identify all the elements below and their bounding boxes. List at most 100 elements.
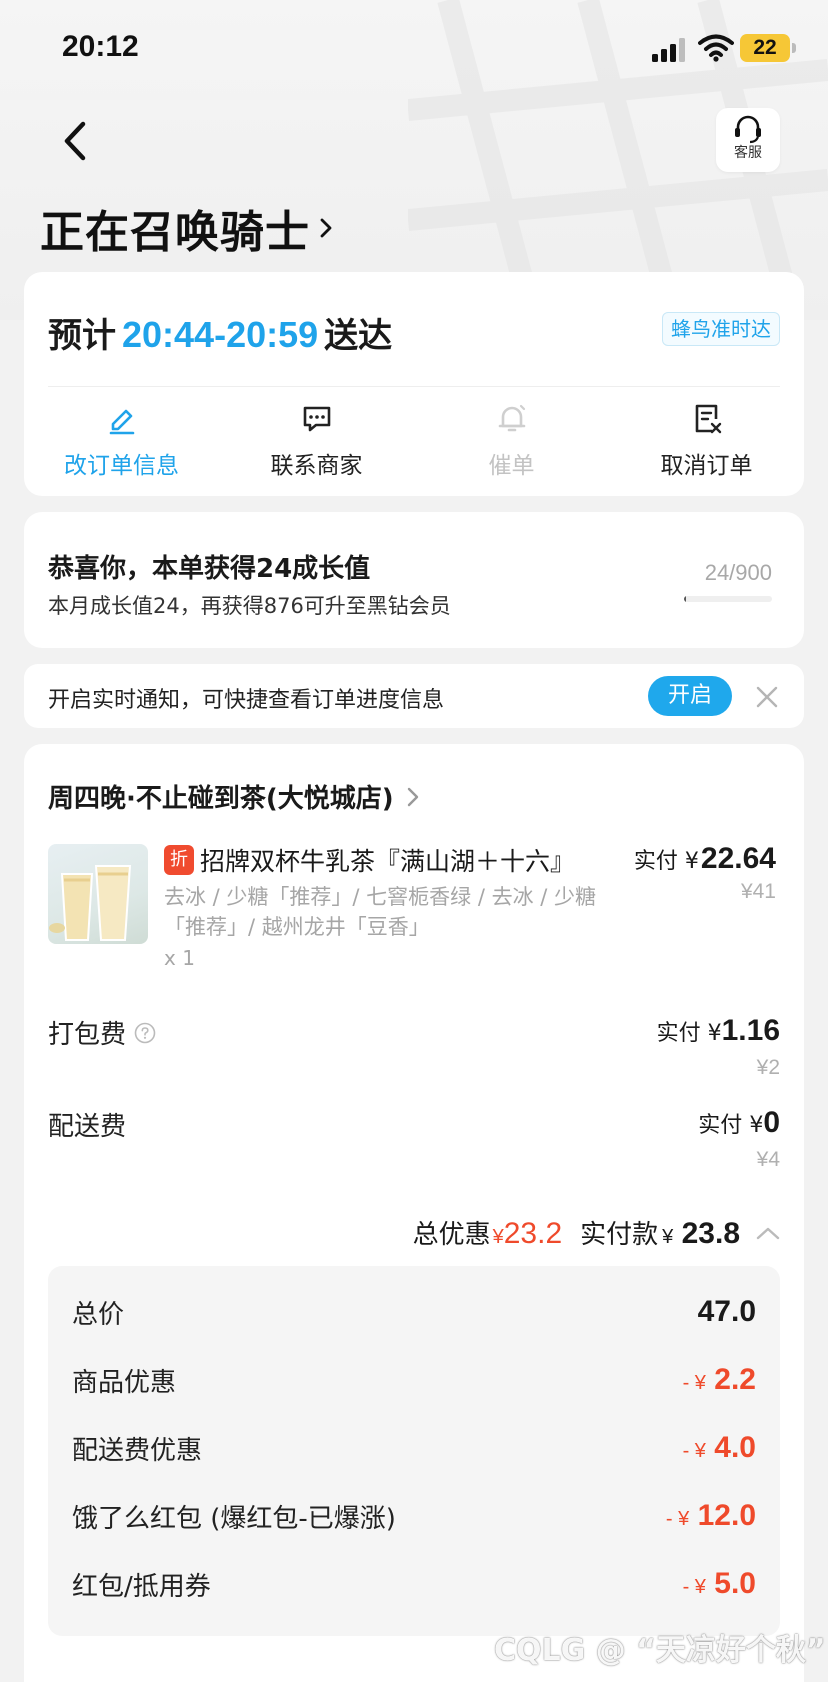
breakdown-row: 配送费优惠 - ¥ 4.0 <box>72 1428 756 1468</box>
breakdown-amount: 2.2 <box>714 1363 756 1396</box>
growth-card[interactable]: 恭喜你，本单获得24成长值 本月成长值24，再获得876可升至黑钻会员 24/9… <box>24 512 804 648</box>
breakdown-label: 饿了么红包 (爆红包-已爆涨) <box>72 1503 396 1534</box>
packing-fee-original: ¥2 <box>756 1056 780 1079</box>
currency-symbol: ¥ <box>749 1113 764 1138</box>
action-label: 催单 <box>488 453 535 479</box>
product-quantity: x 1 <box>164 946 195 970</box>
total-discount-label: 总优惠 <box>412 1220 491 1250</box>
divider <box>48 386 780 387</box>
negative-prefix: - ¥ <box>682 1372 706 1394</box>
breakdown-amount: 4.0 <box>714 1431 756 1464</box>
edit-order-button[interactable]: 改订单信息 <box>24 402 219 480</box>
bell-icon <box>498 404 525 432</box>
cancel-order-button[interactable]: 取消订单 <box>609 402 804 480</box>
growth-progress-fill <box>684 596 687 602</box>
headset-icon <box>735 115 761 144</box>
eta-time: 20:44-20:59 <box>122 314 319 355</box>
breakdown-label: 总价 <box>72 1299 125 1330</box>
notification-text: 开启实时通知，可快捷查看订单进度信息 <box>48 688 445 713</box>
help-icon[interactable] <box>134 1022 156 1044</box>
chevron-right-icon <box>320 218 332 238</box>
product-image[interactable] <box>48 844 148 944</box>
eta-suffix: 送达 <box>324 316 393 356</box>
order-detail-card: 周四晚·不止碰到茶(大悦城店) 折招牌双杯牛乳茶『满山湖＋十六』 实付 ¥22.… <box>24 744 804 1682</box>
price-breakdown: 总价 47.0 商品优惠 - ¥ 2.2 配送费优惠 - ¥ 4.0 饿了么红包… <box>48 1266 780 1636</box>
breakdown-row: 饿了么红包 (爆红包-已爆涨) - ¥ 12.0 <box>72 1496 756 1536</box>
eta-prefix: 预计 <box>48 316 116 356</box>
action-label: 取消订单 <box>660 453 753 479</box>
delivery-fee-label-wrap: 配送费 <box>48 1106 780 1143</box>
notification-banner: 开启实时通知，可快捷查看订单进度信息 开启 <box>24 664 804 728</box>
action-label: 改订单信息 <box>64 453 179 479</box>
breakdown-value: - ¥ 12.0 <box>666 1499 756 1533</box>
paid-amount: 0 <box>763 1106 780 1139</box>
order-status-title[interactable]: 正在召唤骑士 <box>40 196 334 260</box>
total-paid: ¥ 23.8 <box>662 1217 740 1251</box>
currency-symbol: ¥ <box>707 1021 722 1046</box>
enable-notification-button[interactable]: 开启 <box>648 676 732 716</box>
page-title: 正在召唤骑士 <box>40 207 310 258</box>
packing-fee-label: 打包费 <box>48 1020 127 1050</box>
growth-progress-bar <box>684 596 772 602</box>
close-icon[interactable] <box>754 684 780 710</box>
breakdown-amount: 5.0 <box>714 1567 756 1600</box>
paid-label: 实付 <box>698 1113 743 1138</box>
breakdown-label: 商品优惠 <box>72 1367 177 1398</box>
breakdown-value: 47.0 <box>697 1295 756 1328</box>
delivery-card: 预计 20:44-20:59 送达 蜂鸟准时达 改订单信息 联系商家 催单 取消… <box>24 272 804 496</box>
currency-symbol: ¥ <box>662 1226 674 1248</box>
shop-name-link[interactable]: 周四晚·不止碰到茶(大悦城店) <box>48 778 420 815</box>
negative-prefix: - ¥ <box>665 1508 690 1530</box>
edit-icon <box>109 409 134 435</box>
back-icon[interactable] <box>55 118 95 164</box>
chevron-up-icon[interactable] <box>756 1226 780 1240</box>
breakdown-label: 红包/抵用券 <box>72 1571 211 1602</box>
paid-amount: 1.16 <box>721 1014 780 1047</box>
eta-row: 预计 20:44-20:59 送达 <box>48 308 392 357</box>
product-name: 招牌双杯牛乳茶『满山湖＋十六』 <box>200 847 576 876</box>
breakdown-value: - ¥ 4.0 <box>683 1431 756 1465</box>
growth-subtitle: 本月成长值24，再获得876可升至黑钻会员 <box>48 594 451 618</box>
currency-symbol: ¥ <box>684 849 699 874</box>
wifi-icon <box>698 34 734 62</box>
growth-count: 24/900 <box>704 560 772 585</box>
milk-tea-cups-image <box>49 865 132 941</box>
order-actions: 改订单信息 联系商家 催单 取消订单 <box>24 402 804 480</box>
delivery-fee-original: ¥4 <box>756 1148 780 1171</box>
total-paid-label: 实付款 <box>580 1220 659 1250</box>
status-time: 20:12 <box>62 30 139 63</box>
cancel-order-icon <box>695 404 721 434</box>
on-time-badge[interactable]: 蜂鸟准时达 <box>662 312 780 346</box>
discount-tag: 折 <box>164 845 194 875</box>
breakdown-row: 总价 47.0 <box>72 1292 756 1332</box>
breakdown-row: 红包/抵用券 - ¥ 5.0 <box>72 1564 756 1604</box>
product-original-price: ¥41 <box>740 880 776 903</box>
total-paid-value: 23.8 <box>681 1217 740 1250</box>
status-bar: 20:12 22 <box>0 0 828 100</box>
battery-indicator: 22 <box>740 34 796 62</box>
negative-prefix: - ¥ <box>682 1440 706 1462</box>
chevron-right-icon <box>407 787 418 806</box>
product-spec: 去冰 / 少糖「推荐」/ 七窨栀香绿 / 去冰 / 少糖「推荐」/ 越州龙井「豆… <box>164 885 597 939</box>
total-discount-value: 23.2 <box>503 1217 563 1250</box>
urge-order-button[interactable]: 催单 <box>414 402 609 480</box>
action-label: 联系商家 <box>270 453 363 479</box>
chat-icon <box>303 406 330 432</box>
breakdown-label: 配送费优惠 <box>72 1435 203 1466</box>
delivery-fee-label: 配送费 <box>48 1112 127 1142</box>
negative-prefix: - ¥ <box>682 1576 706 1598</box>
breakdown-value: - ¥ 5.0 <box>683 1567 756 1601</box>
price-summary[interactable]: 总优惠 ¥23.2 实付款 ¥ 23.8 <box>413 1214 780 1251</box>
packing-fee-row: 打包费 实付 ¥1.16 ¥2 <box>48 1014 780 1084</box>
signal-icon <box>652 38 685 62</box>
shop-name: 周四晚·不止碰到茶(大悦城店) <box>48 784 394 814</box>
breakdown-amount: 12.0 <box>697 1499 756 1532</box>
currency-symbol: ¥ <box>492 1226 504 1248</box>
contact-merchant-button[interactable]: 联系商家 <box>219 402 414 480</box>
paid-label: 实付 <box>633 849 678 874</box>
customer-service-button[interactable]: 客服 <box>716 108 780 172</box>
product-item[interactable]: 折招牌双杯牛乳茶『满山湖＋十六』 实付 ¥22.64 ¥41 去冰 / 少糖「推… <box>164 842 776 970</box>
breakdown-value: - ¥ 2.2 <box>683 1363 756 1397</box>
paid-label: 实付 <box>656 1021 701 1046</box>
product-paid-price: 实付 ¥22.64 <box>634 842 776 876</box>
